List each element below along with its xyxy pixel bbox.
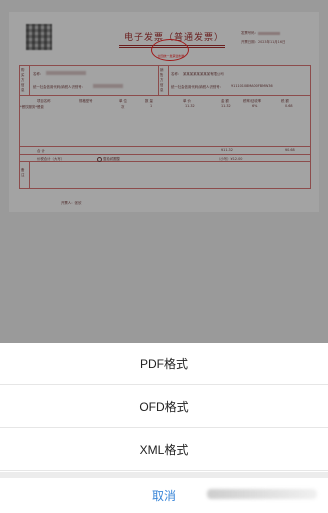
seller-side-label: 销售方信息	[160, 68, 164, 92]
buyer-name-label: 名称：	[33, 72, 44, 76]
row-tax: 0.68	[285, 104, 293, 108]
divider	[158, 65, 159, 95]
seller-tax-id: 91110108MA00FBMW36	[231, 84, 273, 88]
redacted-buyer-tax	[93, 84, 123, 88]
invoice-image: 电子发票（普通发票） 全国统一发票监制章 发票号码： 开票日期：2023年11月…	[9, 12, 319, 212]
buyer-side-label: 购买方信息	[21, 68, 25, 92]
invoice-number: 发票号码：	[241, 30, 280, 35]
seller-tax-label: 统一社会信用代码/纳税人识别号：	[171, 85, 224, 89]
circle-x-icon	[97, 156, 102, 162]
header-tax: 税 额	[281, 99, 289, 103]
divider	[19, 146, 311, 147]
header-spec: 规格型号	[79, 99, 93, 103]
header-unit: 单 位	[119, 99, 127, 103]
invoice-preview-overlay[interactable]: 电子发票（普通发票） 全国统一发票监制章 发票号码： 开票日期：2023年11月…	[0, 0, 328, 343]
divider	[29, 161, 30, 189]
issuer: 开票人：张欣	[61, 201, 82, 205]
redacted-buyer-name	[46, 71, 86, 75]
header-item: 项目名称	[37, 99, 51, 103]
divider	[168, 65, 169, 95]
stamp-text: 全国统一发票监制章	[157, 54, 185, 58]
sum-words: 壹拾贰圆整	[97, 156, 120, 162]
header-price: 单 价	[183, 99, 191, 103]
invoice-date: 开票日期：2023年11月16日	[241, 40, 286, 44]
row-amount: 11.32	[221, 104, 231, 108]
xml-format-option[interactable]: XML格式	[0, 429, 328, 471]
header-qty: 数 量	[145, 99, 153, 103]
row-price: 11.32	[185, 104, 195, 108]
remark-side-label: 备注	[21, 168, 25, 177]
total-tax: ¥0.68	[285, 148, 295, 152]
header-rate: 税率/征收率	[243, 99, 262, 103]
export-format-sheet: PDF格式 OFD格式 XML格式 取消	[0, 343, 328, 513]
divider	[19, 95, 311, 96]
divider	[29, 65, 30, 95]
watermark	[207, 489, 317, 499]
total-label: 合 计	[37, 149, 45, 153]
sum-label: 价税合计（大写）	[37, 157, 65, 161]
sum-small: （小写）¥12.00	[217, 157, 243, 161]
header-amount: 金 额	[221, 99, 229, 103]
pdf-format-option[interactable]: PDF格式	[0, 343, 328, 385]
seller-name-label: 名称：	[171, 72, 182, 76]
buyer-tax-label: 统一社会信用代码/纳税人识别号：	[33, 85, 86, 89]
divider	[19, 161, 311, 162]
row-item: *餐饮服务*餐费	[20, 105, 44, 109]
row-qty: 1	[150, 104, 153, 108]
divider	[19, 154, 311, 155]
qr-code	[26, 24, 52, 50]
total-amount: ¥11.32	[221, 148, 233, 152]
ofd-format-option[interactable]: OFD格式	[0, 386, 328, 428]
seller-name: 某某某某某某某某有限公司	[183, 72, 224, 76]
row-rate: 6%	[252, 104, 258, 108]
row-unit: 次	[121, 105, 125, 109]
